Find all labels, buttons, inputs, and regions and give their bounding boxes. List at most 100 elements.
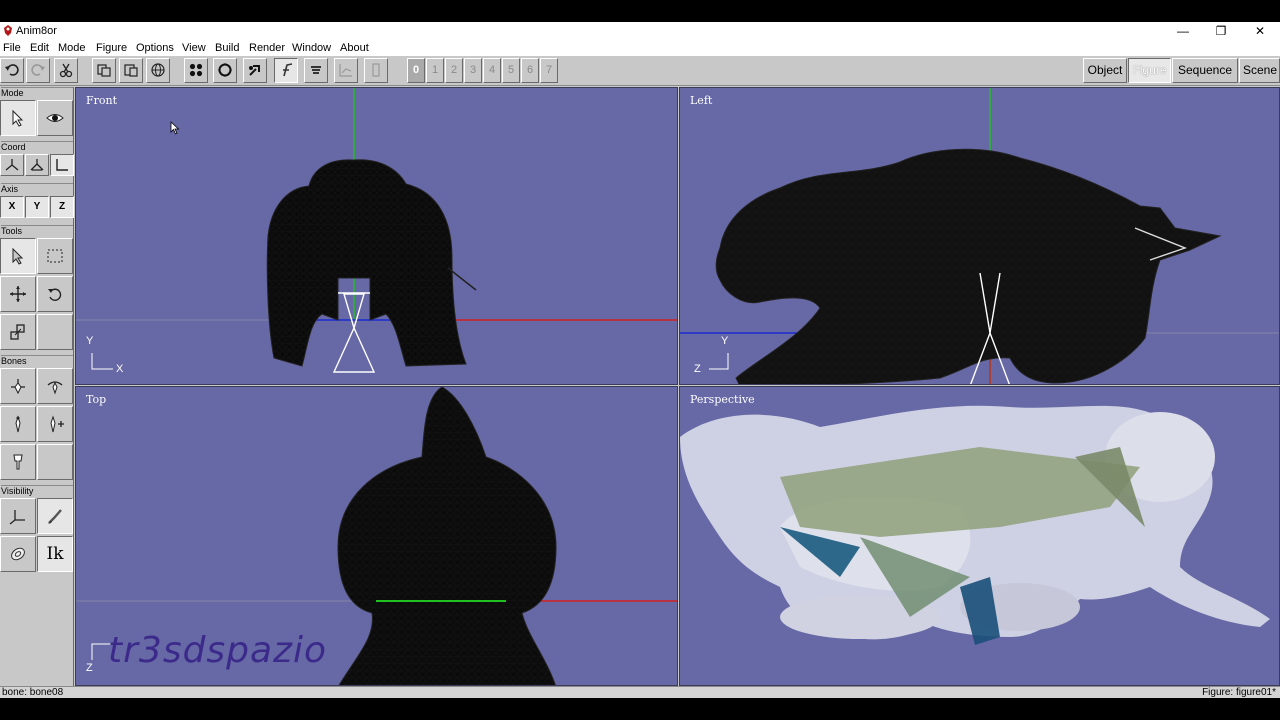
top-creature-mesh bbox=[337, 387, 557, 685]
redo-icon bbox=[31, 64, 45, 76]
layer-6-button[interactable]: 6 bbox=[521, 58, 539, 83]
view-eye-button[interactable] bbox=[37, 100, 73, 136]
scale-icon bbox=[10, 324, 25, 340]
menu-window[interactable]: Window bbox=[292, 40, 331, 56]
left-scene bbox=[680, 88, 1279, 384]
layer-5-button[interactable]: 5 bbox=[502, 58, 520, 83]
figure-f-button[interactable] bbox=[274, 58, 298, 83]
show-bones-button[interactable] bbox=[37, 498, 73, 534]
watermark: tr3sdspazio bbox=[108, 630, 328, 671]
show-influence-button[interactable] bbox=[0, 536, 36, 572]
mode-figure-button[interactable]: Figure bbox=[1128, 58, 1171, 83]
axis-z-button[interactable]: Z bbox=[50, 196, 74, 218]
perspective-scene bbox=[680, 405, 1270, 645]
layer-0-button[interactable]: 0 bbox=[407, 58, 425, 83]
coord-object-button[interactable] bbox=[50, 154, 74, 176]
window-title: Anim8or bbox=[16, 25, 57, 37]
menu-options[interactable]: Options bbox=[136, 40, 174, 56]
layers-icon bbox=[311, 66, 321, 74]
move-button[interactable] bbox=[243, 58, 267, 83]
influence-icon bbox=[13, 454, 23, 470]
left-tool-panel: Mode Coord Axis X Y Z Tools Bones Visibi… bbox=[0, 87, 74, 688]
bone-new-button[interactable] bbox=[37, 406, 73, 442]
bone-pose-button[interactable] bbox=[37, 368, 73, 404]
layer-2-button[interactable]: 2 bbox=[445, 58, 463, 83]
bone-empty-button[interactable] bbox=[37, 444, 73, 480]
menu-about[interactable]: About bbox=[340, 40, 369, 56]
layer-1-button[interactable]: 1 bbox=[426, 58, 444, 83]
layers-button[interactable] bbox=[304, 58, 328, 83]
left-creature-mesh bbox=[715, 148, 1222, 384]
front-viewport[interactable]: Front Y X bbox=[75, 87, 678, 385]
menu-edit[interactable]: Edit bbox=[30, 40, 49, 56]
layer-3-button[interactable]: 3 bbox=[464, 58, 482, 83]
tool-scale-button[interactable] bbox=[0, 314, 36, 350]
maximize-button[interactable]: ❐ bbox=[1202, 22, 1240, 40]
scissors-icon bbox=[59, 63, 73, 78]
title-bar: Anim8or — ❐ ✕ bbox=[0, 22, 1280, 40]
front-axis-h-label: X bbox=[116, 363, 124, 375]
menu-figure[interactable]: Figure bbox=[96, 40, 127, 56]
copy-icon bbox=[97, 64, 111, 77]
globe-button[interactable] bbox=[146, 58, 170, 83]
tool-rotate-button[interactable] bbox=[37, 276, 73, 312]
axis-y-button[interactable]: Y bbox=[25, 196, 49, 218]
undo-button[interactable] bbox=[0, 58, 24, 83]
close-button[interactable]: ✕ bbox=[1241, 22, 1279, 40]
top-viewport-label: Top bbox=[86, 393, 107, 406]
brush-icon bbox=[48, 509, 62, 524]
tool-select-button[interactable] bbox=[0, 238, 36, 274]
axis-x-button[interactable]: X bbox=[0, 196, 24, 218]
bone-pose-icon bbox=[47, 381, 63, 395]
eye-icon bbox=[46, 114, 64, 122]
rotate-icon bbox=[48, 288, 62, 301]
section-mode-label: Mode bbox=[1, 87, 73, 99]
section-tools-label: Tools bbox=[1, 225, 73, 237]
mode-sequence-button[interactable]: Sequence bbox=[1172, 58, 1238, 83]
tool-move-button[interactable] bbox=[0, 276, 36, 312]
tool-drag-select-button[interactable] bbox=[37, 238, 73, 274]
status-left: bone: bone08 bbox=[2, 687, 64, 698]
cut-button[interactable] bbox=[54, 58, 78, 83]
screen: Anim8or — ❐ ✕ File Edit Mode Figure Opti… bbox=[0, 0, 1280, 720]
bone-edit-button[interactable] bbox=[0, 406, 36, 442]
graph-button[interactable] bbox=[334, 58, 358, 83]
paste-icon bbox=[124, 64, 138, 77]
coord-world-button[interactable] bbox=[25, 154, 49, 176]
bone-icon bbox=[15, 415, 21, 433]
copy-button[interactable] bbox=[92, 58, 116, 83]
menu-build[interactable]: Build bbox=[215, 40, 239, 56]
tool-empty-button[interactable] bbox=[37, 314, 73, 350]
show-axes-button[interactable] bbox=[0, 498, 36, 534]
front-axis-gizmo bbox=[91, 353, 113, 370]
orbit-button[interactable] bbox=[213, 58, 237, 83]
minimize-button[interactable]: — bbox=[1164, 22, 1202, 40]
menu-file[interactable]: File bbox=[3, 40, 21, 56]
layer-4-button[interactable]: 4 bbox=[483, 58, 501, 83]
section-visibility-label: Visibility bbox=[1, 485, 73, 497]
perspective-viewport[interactable]: Perspective bbox=[679, 386, 1280, 686]
front-creature-mesh bbox=[266, 159, 477, 367]
front-viewport-label: Front bbox=[86, 94, 118, 107]
mode-scene-button[interactable]: Scene bbox=[1239, 58, 1280, 83]
bone-influence-button[interactable] bbox=[0, 444, 36, 480]
left-viewport-label: Left bbox=[690, 94, 713, 107]
status-bar: bone: bone08 Figure: figure01* bbox=[0, 686, 1280, 698]
points-button[interactable] bbox=[184, 58, 208, 83]
redo-button[interactable] bbox=[26, 58, 50, 83]
mode-object-button[interactable]: Object bbox=[1083, 58, 1127, 83]
paste-button[interactable] bbox=[119, 58, 143, 83]
bone-joint-icon bbox=[11, 379, 25, 395]
sequence-bar-button[interactable] bbox=[364, 58, 388, 83]
arrow-select-button[interactable] bbox=[0, 100, 36, 136]
graph-icon bbox=[339, 64, 352, 77]
section-axis-label: Axis bbox=[1, 183, 73, 195]
menu-render[interactable]: Render bbox=[249, 40, 285, 56]
ik-button[interactable]: Ik bbox=[37, 536, 73, 572]
left-viewport[interactable]: Left Y Z bbox=[679, 87, 1280, 385]
coord-screen-button[interactable] bbox=[0, 154, 24, 176]
layer-7-button[interactable]: 7 bbox=[540, 58, 558, 83]
menu-view[interactable]: View bbox=[182, 40, 206, 56]
menu-mode[interactable]: Mode bbox=[58, 40, 86, 56]
bone-add-button[interactable] bbox=[0, 368, 36, 404]
